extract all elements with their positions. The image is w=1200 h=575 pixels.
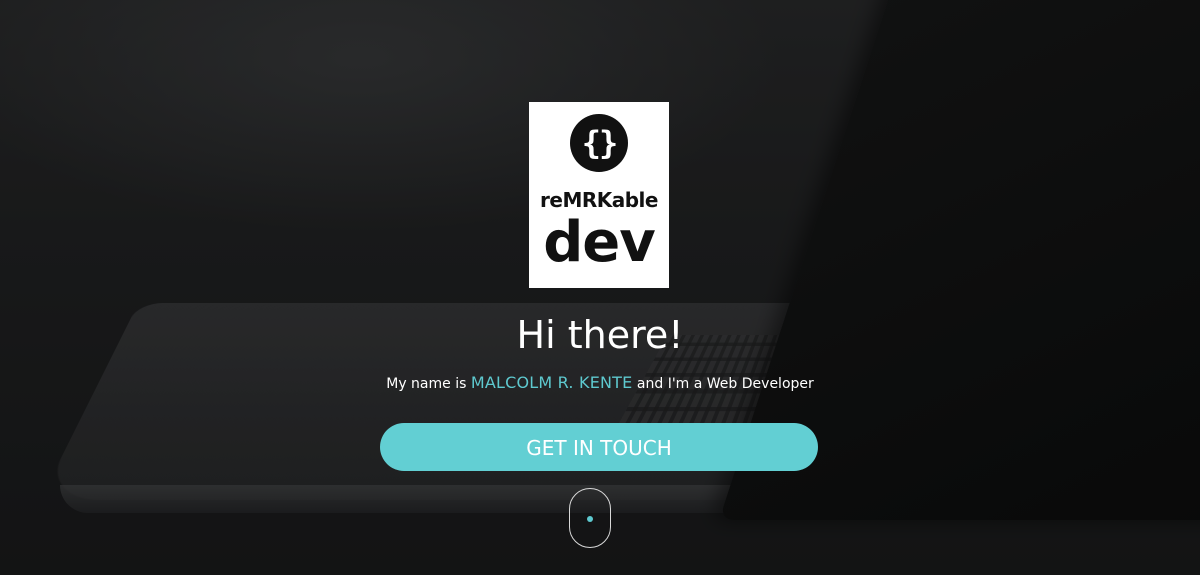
curly-braces-glyph: {}	[581, 124, 619, 162]
get-in-touch-button[interactable]: GET IN TOUCH	[380, 423, 818, 471]
hero-headline: Hi there!	[516, 313, 684, 357]
mouse-scroll-icon[interactable]	[569, 488, 611, 548]
intro-prefix: My name is	[386, 376, 471, 392]
scroll-wheel-dot	[586, 516, 593, 522]
intro-suffix: and I'm a Web Developer	[632, 376, 814, 392]
curly-braces-icon: {}	[570, 114, 628, 172]
hero-intro: My name is MALCOLM R. KENTE and I'm a We…	[0, 372, 1200, 395]
developer-name: MALCOLM R. KENTE	[470, 373, 633, 392]
logo-word: dev	[543, 210, 656, 275]
site-logo: {} reMRKable dev	[529, 102, 669, 288]
